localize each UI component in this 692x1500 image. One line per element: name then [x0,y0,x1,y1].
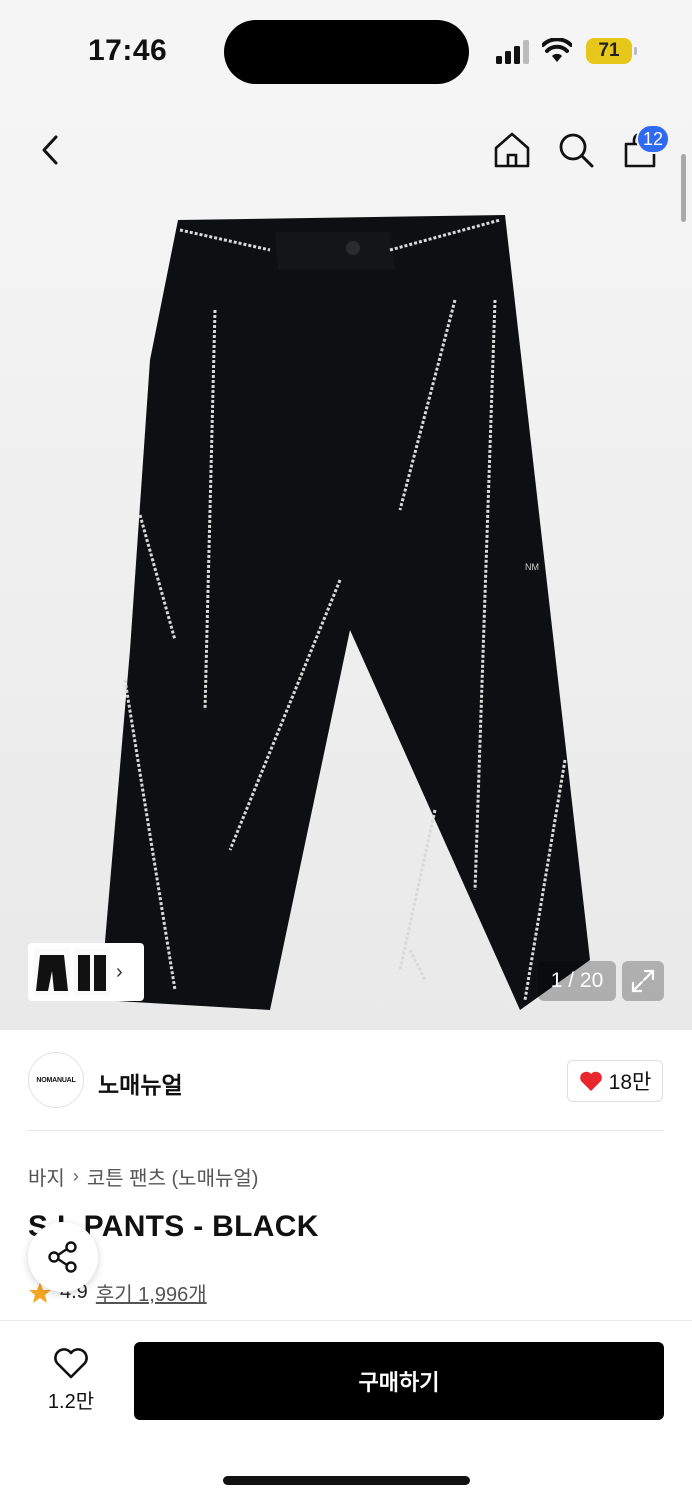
thumbnail-1[interactable] [34,949,70,995]
product-image-gallery[interactable]: 12 NM › 1 / 20 [0,100,692,1030]
battery-indicator: 71 [586,38,637,64]
brand-like-button[interactable]: 18만 [567,1060,663,1102]
image-counter: 1 / 20 [538,961,616,1001]
wishlist-count: 1.2만 [47,1391,95,1413]
brand-name[interactable]: 노매뉴얼 [98,1066,183,1100]
thumbnail-2[interactable] [74,949,110,995]
product-photo: NM [100,215,590,1010]
dynamic-island [224,20,469,84]
back-button[interactable] [28,128,72,172]
expand-image-button[interactable] [622,961,664,1001]
home-button[interactable] [490,128,534,172]
share-icon [48,1241,77,1273]
home-icon [494,132,530,168]
breadcrumb: 바지 › 코튼 팬츠 (노매뉴얼) [28,1162,258,1191]
wifi-icon [542,38,572,62]
share-button[interactable] [28,1222,98,1292]
wishlist-button[interactable]: 1.2만 [36,1347,106,1414]
brand-like-count: 18만 [608,1071,652,1094]
brand-logo[interactable]: NOMANUAL [28,1052,84,1108]
divider [28,1130,664,1131]
buy-button[interactable]: 구매하기 [134,1342,664,1420]
breadcrumb-subcategory[interactable]: 코튼 팬츠 (노매뉴얼) [87,1162,259,1191]
expand-icon [631,969,655,993]
scrollbar[interactable] [681,154,686,222]
breadcrumb-category[interactable]: 바지 [28,1162,65,1191]
status-bar: 17:46 71 [0,0,692,100]
cart-count-badge: 12 [636,124,670,154]
cellular-signal-icon [496,40,529,64]
search-button[interactable] [554,128,598,172]
heart-filled-icon [579,1071,602,1091]
heart-outline-icon [54,1348,88,1379]
product-logo-mark: NM [525,562,539,572]
status-time: 17:46 [88,34,168,67]
brand-row[interactable]: NOMANUAL 노매뉴얼 18만 [0,1030,692,1130]
thumbnail-more-arrow[interactable]: › [116,961,123,984]
search-icon [559,133,594,168]
bottom-action-bar: 1.2만 구매하기 [0,1320,692,1500]
breadcrumb-separator: › [72,1166,79,1186]
review-count-link[interactable]: 후기 1,996개 [96,1278,207,1307]
thumbnail-strip[interactable]: › [28,943,144,1001]
chevron-left-icon [42,135,58,165]
home-indicator[interactable] [223,1476,470,1485]
